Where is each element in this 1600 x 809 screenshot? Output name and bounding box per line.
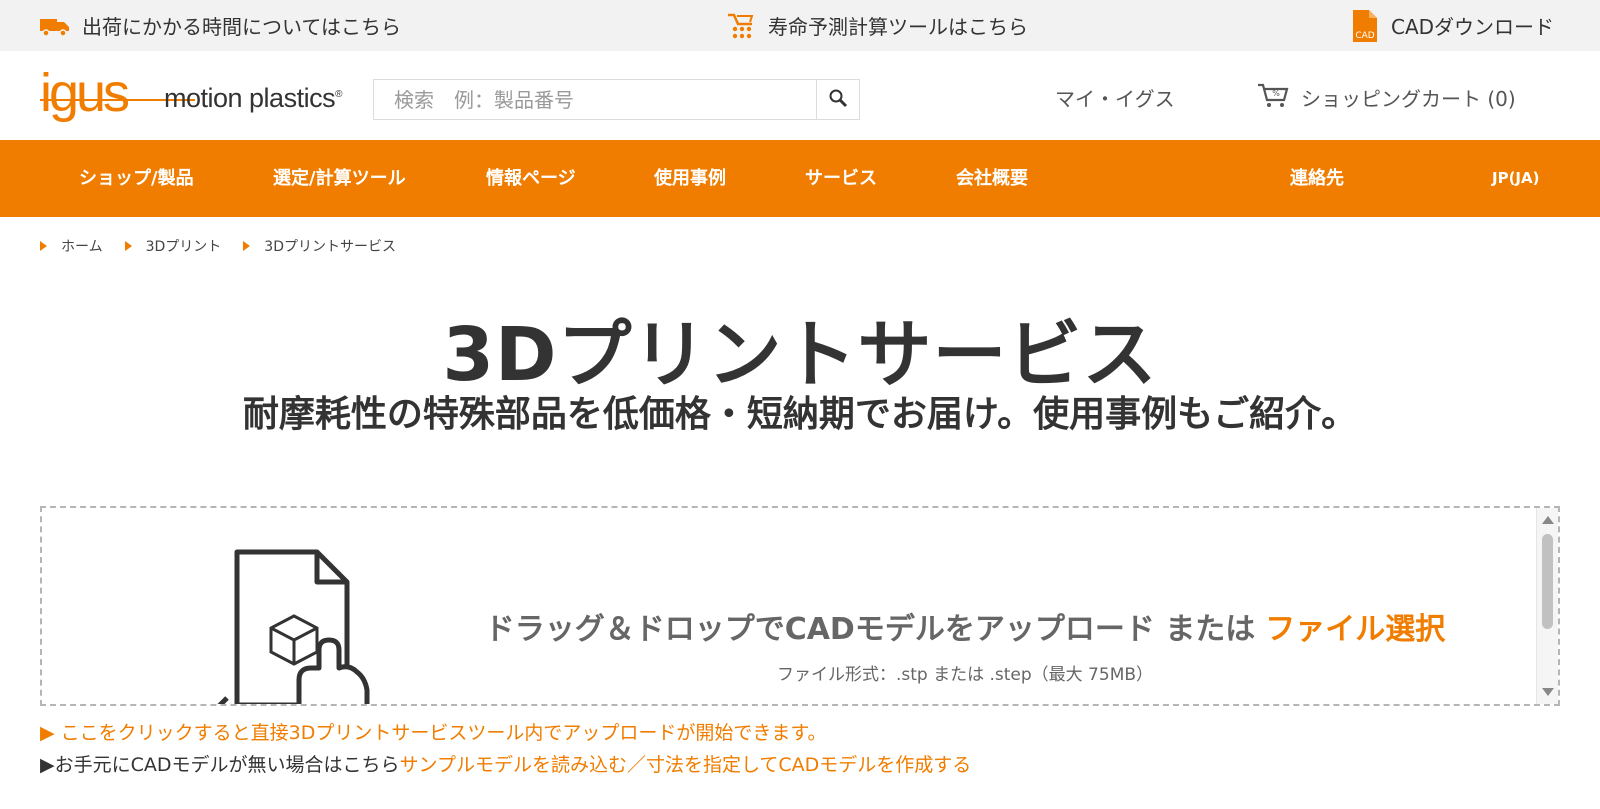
nav-item-shop-products[interactable]: ショップ/製品 [79,140,194,217]
load-sample-model-link[interactable]: サンプルモデルを読み込む [400,754,627,776]
main-navigation: ショップ/製品 選定/計算ツール 情報ページ 使用事例 サービス 会社概要 連絡… [0,140,1600,217]
breadcrumb-arrow-icon [40,241,47,251]
no-cad-prefix: ▶お手元にCADモデルが無い場合はこちら [40,754,400,776]
nav-item-use-cases[interactable]: 使用事例 [654,140,726,217]
upload-file-formats: ファイル形式：.stp または .step（最大 75MB） [776,665,1154,685]
logo-tagline: motion plastics® [164,83,342,114]
link-separator: ／ [626,754,646,776]
nav-item-info-pages[interactable]: 情報ページ [486,140,576,217]
cad-file-icon: CAD [1351,9,1379,42]
lifetime-calculator-link[interactable]: 寿命予測計算ツールはこちら [726,0,1028,51]
breadcrumb-label: 3Dプリントサービス [264,239,396,255]
cad-download-label: CADダウンロード [1391,15,1555,39]
scroll-up-arrow-icon[interactable] [1542,516,1554,524]
dropzone-scrollbar[interactable] [1536,508,1558,704]
cad-icon-text: CAD [1355,31,1374,41]
create-cad-model-link[interactable]: 寸法を指定してCADモデルを作成する [646,754,971,776]
breadcrumb-home[interactable]: ホーム [40,236,103,256]
igus-logo[interactable]: igus motion plastics® [40,63,360,129]
nav-item-selection-tools[interactable]: 選定/計算ツール [273,140,406,217]
shipping-time-label: 出荷にかかる時間についてはこちら [82,15,401,39]
logo-brand: igus [40,63,130,123]
site-header: igus motion plastics® マイ・イグス % ショッピングカート… [0,51,1600,140]
svg-text:%: % [1272,89,1280,98]
file-select-link[interactable]: ファイル選択 [1265,612,1445,647]
shopping-cart-link[interactable]: % ショッピングカート (0) [1257,79,1516,115]
logo-tagline-text: motion plastics [164,83,336,113]
truck-icon [40,15,70,37]
no-cad-model-note: ▶お手元にCADモデルが無い場合はこちらサンプルモデルを読み込む／寸法を指定して… [40,750,971,777]
shipping-time-link[interactable]: 出荷にかかる時間についてはこちら [40,0,401,51]
lifetime-calculator-label: 寿命予測計算ツールはこちら [768,15,1028,39]
scrollbar-thumb[interactable] [1542,534,1553,629]
search-bar [373,79,860,120]
breadcrumb-3d-print-service[interactable]: 3Dプリントサービス [243,236,396,256]
scroll-down-arrow-icon[interactable] [1542,688,1554,696]
search-button[interactable] [817,80,859,119]
language-selector[interactable]: JP(JA) [1492,140,1539,217]
cart-icon: % [1257,82,1289,113]
direct-upload-link[interactable]: ▶ ここをクリックすると直接3Dプリントサービスツール内でアップロードが開始でき… [40,718,826,745]
breadcrumb-label: 3Dプリント [145,239,222,255]
upload-instructions: ドラッグ＆ドロップでCADモデルをアップロード または ファイル選択 [410,604,1520,648]
shopping-cart-label: ショッピングカート (0) [1301,86,1516,111]
page-subtitle: 耐摩耗性の特殊部品を低価格・短納期でお届け。使用事例もご紹介。 [242,394,1358,435]
cad-upload-dropzone[interactable]: ドラッグ＆ドロップでCADモデルをアップロード または ファイル選択 ファイル形式… [40,506,1560,706]
breadcrumb-3d-print[interactable]: 3Dプリント [124,236,222,256]
cad-download-link[interactable]: CAD CADダウンロード [1351,0,1554,51]
my-igus-link[interactable]: マイ・イグス [1055,83,1175,112]
upload-instructions-text: ドラッグ＆ドロップでCADモデルをアップロード または [484,612,1256,647]
nav-item-services[interactable]: サービス [805,140,877,217]
nav-item-company[interactable]: 会社概要 [956,140,1028,217]
breadcrumb: ホーム 3Dプリント 3Dプリントサービス [40,236,418,256]
breadcrumb-label: ホーム [61,239,103,255]
top-utility-bar: 出荷にかかる時間についてはこちら 寿命予測計算ツールはこちら CAD CADダウ… [0,0,1600,51]
file-upload-hand-icon [207,530,407,704]
logo-registered-mark: ® [335,89,342,100]
search-input[interactable] [374,80,817,119]
breadcrumb-arrow-icon [243,241,251,251]
calculator-icon [726,12,756,40]
breadcrumb-arrow-icon [124,241,132,251]
nav-item-contact[interactable]: 連絡先 [1290,140,1344,217]
search-icon [828,88,848,112]
